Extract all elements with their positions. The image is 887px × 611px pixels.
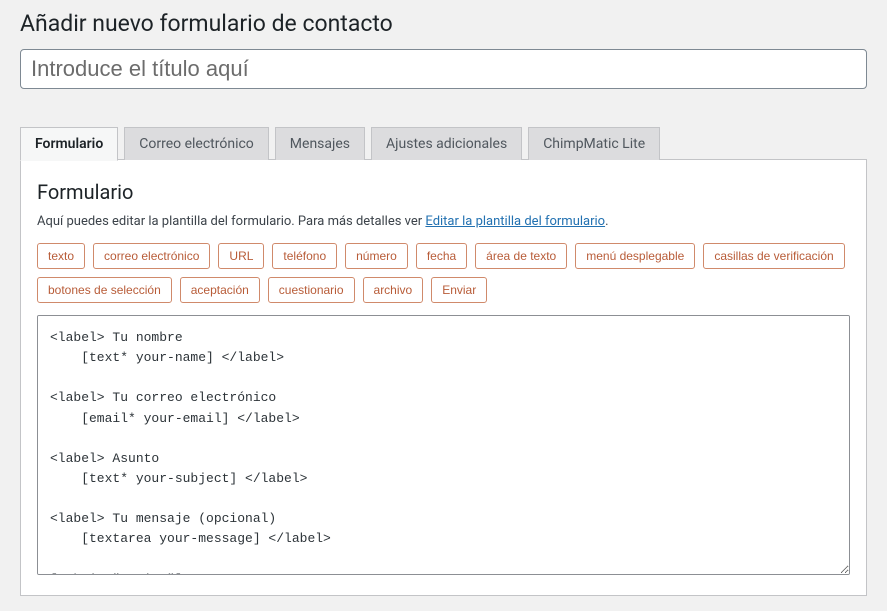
tab-nav: Formulario Correo electrónico Mensajes A… [20, 127, 867, 160]
tab-chimpmatic-lite[interactable]: ChimpMatic Lite [528, 127, 660, 160]
tab-ajustes-adicionales[interactable]: Ajustes adicionales [371, 127, 522, 160]
tag-texto[interactable]: texto [37, 243, 85, 269]
tag-menu-desplegable[interactable]: menú desplegable [575, 243, 695, 269]
tag-casillas-verificacion[interactable]: casillas de verificación [703, 243, 844, 269]
tab-mensajes[interactable]: Mensajes [275, 127, 365, 160]
tag-area-de-texto[interactable]: área de texto [475, 243, 567, 269]
panel-description: Aquí puedes editar la plantilla del form… [37, 214, 850, 229]
panel-desc-suffix: . [605, 214, 608, 229]
page-title: Añadir nuevo formulario de contacto [20, 10, 867, 37]
form-title-input[interactable] [20, 49, 867, 89]
tag-url[interactable]: URL [218, 243, 264, 269]
tag-buttons-row: texto correo electrónico URL teléfono nú… [37, 243, 850, 303]
form-template-textarea[interactable] [37, 315, 850, 575]
tab-correo-electronico[interactable]: Correo electrónico [124, 127, 269, 160]
tag-archivo[interactable]: archivo [363, 277, 424, 303]
edit-template-link[interactable]: Editar la plantilla del formulario [425, 214, 605, 229]
tag-fecha[interactable]: fecha [416, 243, 467, 269]
tab-formulario[interactable]: Formulario [20, 127, 118, 161]
form-panel: Formulario Aquí puedes editar la plantil… [20, 159, 867, 596]
tag-cuestionario[interactable]: cuestionario [268, 277, 355, 303]
tag-telefono[interactable]: teléfono [272, 243, 337, 269]
tag-correo-electronico[interactable]: correo electrónico [93, 243, 210, 269]
panel-title: Formulario [37, 180, 850, 204]
tag-numero[interactable]: número [345, 243, 408, 269]
panel-desc-prefix: Aquí puedes editar la plantilla del form… [37, 214, 425, 229]
tag-enviar[interactable]: Enviar [431, 277, 487, 303]
tag-aceptacion[interactable]: aceptación [180, 277, 260, 303]
tag-botones-seleccion[interactable]: botones de selección [37, 277, 172, 303]
